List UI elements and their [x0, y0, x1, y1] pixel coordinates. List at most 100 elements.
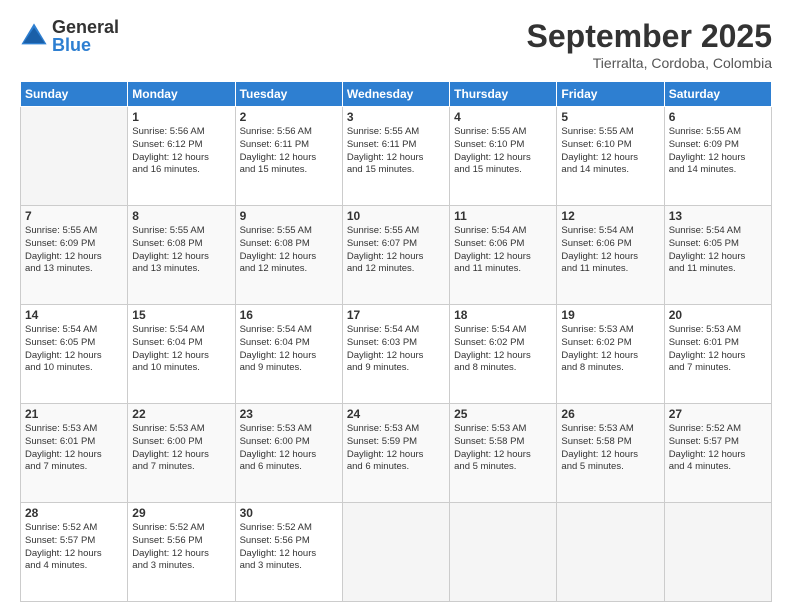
day-info: Sunrise: 5:55 AMSunset: 6:10 PMDaylight:…: [561, 126, 659, 177]
logo-blue: Blue: [52, 36, 119, 54]
calendar-cell: 9 Sunrise: 5:55 AMSunset: 6:08 PMDaylight…: [235, 206, 342, 305]
day-number: 7: [25, 209, 123, 223]
day-number: 9: [240, 209, 338, 223]
day-info: Sunrise: 5:55 AMSunset: 6:10 PMDaylight:…: [454, 126, 552, 177]
calendar-cell: 22 Sunrise: 5:53 AMSunset: 6:00 PMDayligh…: [128, 404, 235, 503]
page: General Blue September 2025 Tierralta, C…: [0, 0, 792, 612]
day-number: 19: [561, 308, 659, 322]
week-row: 28Sunrise: 5:52 AMSunset: 5:57 PMDayligh…: [21, 503, 772, 602]
calendar-cell: 4 Sunrise: 5:55 AMSunset: 6:10 PMDaylight…: [450, 107, 557, 206]
calendar-cell: 5Sunrise: 5:55 AMSunset: 6:10 PMDaylight…: [557, 107, 664, 206]
day-number: 29: [132, 506, 230, 520]
day-info: Sunrise: 5:56 AMSunset: 6:11 PMDaylight:…: [240, 126, 338, 177]
calendar-cell: 16Sunrise: 5:54 AMSunset: 6:04 PMDayligh…: [235, 305, 342, 404]
day-number: 8: [132, 209, 230, 223]
day-info: Sunrise: 5:54 AMSunset: 6:05 PMDaylight:…: [25, 324, 123, 375]
day-info: Sunrise: 5:54 AMSunset: 6:06 PMDaylight:…: [561, 225, 659, 276]
day-number: 20: [669, 308, 767, 322]
day-number: 30: [240, 506, 338, 520]
day-header: Saturday: [664, 82, 771, 107]
calendar-cell: 26 Sunrise: 5:53 AMSunset: 5:58 PMDayligh…: [557, 404, 664, 503]
day-info: Sunrise: 5:55 AMSunset: 6:08 PMDaylight:…: [240, 225, 338, 276]
calendar-cell: [557, 503, 664, 602]
header: General Blue September 2025 Tierralta, C…: [20, 18, 772, 71]
day-number: 14: [25, 308, 123, 322]
day-info: Sunrise: 5:53 AMSunset: 6:02 PMDaylight:…: [561, 324, 659, 375]
week-row: 7 Sunrise: 5:55 AMSunset: 6:09 PMDaylight…: [21, 206, 772, 305]
logo: General Blue: [20, 18, 119, 54]
calendar-cell: 19 Sunrise: 5:53 AMSunset: 6:02 PMDayligh…: [557, 305, 664, 404]
calendar-cell: 30 Sunrise: 5:52 AMSunset: 5:56 PMDayligh…: [235, 503, 342, 602]
day-number: 23: [240, 407, 338, 421]
day-info: Sunrise: 5:54 AMSunset: 6:04 PMDaylight:…: [240, 324, 338, 375]
calendar-header-row: SundayMondayTuesdayWednesdayThursdayFrid…: [21, 82, 772, 107]
day-info: Sunrise: 5:52 AMSunset: 5:56 PMDaylight:…: [240, 522, 338, 573]
calendar-cell: 14 Sunrise: 5:54 AMSunset: 6:05 PMDayligh…: [21, 305, 128, 404]
calendar-cell: [342, 503, 449, 602]
day-number: 10: [347, 209, 445, 223]
day-number: 24: [347, 407, 445, 421]
day-header: Tuesday: [235, 82, 342, 107]
day-number: 4: [454, 110, 552, 124]
day-info: Sunrise: 5:54 AMSunset: 6:05 PMDaylight:…: [669, 225, 767, 276]
day-info: Sunrise: 5:53 AMSunset: 6:00 PMDaylight:…: [240, 423, 338, 474]
day-info: Sunrise: 5:53 AMSunset: 5:58 PMDaylight:…: [561, 423, 659, 474]
calendar-cell: 20 Sunrise: 5:53 AMSunset: 6:01 PMDayligh…: [664, 305, 771, 404]
day-number: 3: [347, 110, 445, 124]
calendar-cell: 15 Sunrise: 5:54 AMSunset: 6:04 PMDayligh…: [128, 305, 235, 404]
day-info: Sunrise: 5:55 AMSunset: 6:07 PMDaylight:…: [347, 225, 445, 276]
day-header: Thursday: [450, 82, 557, 107]
day-number: 6: [669, 110, 767, 124]
day-info: Sunrise: 5:53 AMSunset: 6:01 PMDaylight:…: [669, 324, 767, 375]
day-info: Sunrise: 5:54 AMSunset: 6:03 PMDaylight:…: [347, 324, 445, 375]
calendar-cell: 23 Sunrise: 5:53 AMSunset: 6:00 PMDayligh…: [235, 404, 342, 503]
calendar-cell: 21Sunrise: 5:53 AMSunset: 6:01 PMDayligh…: [21, 404, 128, 503]
day-number: 17: [347, 308, 445, 322]
calendar-cell: 8Sunrise: 5:55 AMSunset: 6:08 PMDaylight…: [128, 206, 235, 305]
day-number: 13: [669, 209, 767, 223]
week-row: 14 Sunrise: 5:54 AMSunset: 6:05 PMDayligh…: [21, 305, 772, 404]
calendar-cell: 11Sunrise: 5:54 AMSunset: 6:06 PMDayligh…: [450, 206, 557, 305]
week-row: 21Sunrise: 5:53 AMSunset: 6:01 PMDayligh…: [21, 404, 772, 503]
calendar-cell: [21, 107, 128, 206]
calendar-cell: 25 Sunrise: 5:53 AMSunset: 5:58 PMDayligh…: [450, 404, 557, 503]
day-header: Monday: [128, 82, 235, 107]
week-row: 1Sunrise: 5:56 AMSunset: 6:12 PMDaylight…: [21, 107, 772, 206]
day-number: 1: [132, 110, 230, 124]
day-number: 11: [454, 209, 552, 223]
day-info: Sunrise: 5:53 AMSunset: 5:59 PMDaylight:…: [347, 423, 445, 474]
day-info: Sunrise: 5:53 AMSunset: 5:58 PMDaylight:…: [454, 423, 552, 474]
day-number: 12: [561, 209, 659, 223]
day-info: Sunrise: 5:52 AMSunset: 5:57 PMDaylight:…: [669, 423, 767, 474]
calendar-cell: 29 Sunrise: 5:52 AMSunset: 5:56 PMDayligh…: [128, 503, 235, 602]
location: Tierralta, Cordoba, Colombia: [527, 55, 772, 71]
day-info: Sunrise: 5:54 AMSunset: 6:04 PMDaylight:…: [132, 324, 230, 375]
day-header: Wednesday: [342, 82, 449, 107]
day-info: Sunrise: 5:55 AMSunset: 6:09 PMDaylight:…: [25, 225, 123, 276]
logo-icon: [20, 22, 48, 50]
day-header: Sunday: [21, 82, 128, 107]
day-info: Sunrise: 5:52 AMSunset: 5:56 PMDaylight:…: [132, 522, 230, 573]
calendar-cell: 10 Sunrise: 5:55 AMSunset: 6:07 PMDayligh…: [342, 206, 449, 305]
day-info: Sunrise: 5:55 AMSunset: 6:11 PMDaylight:…: [347, 126, 445, 177]
day-number: 18: [454, 308, 552, 322]
day-info: Sunrise: 5:53 AMSunset: 6:00 PMDaylight:…: [132, 423, 230, 474]
day-number: 25: [454, 407, 552, 421]
day-number: 22: [132, 407, 230, 421]
calendar-cell: 27Sunrise: 5:52 AMSunset: 5:57 PMDayligh…: [664, 404, 771, 503]
day-number: 26: [561, 407, 659, 421]
calendar-cell: 24 Sunrise: 5:53 AMSunset: 5:59 PMDayligh…: [342, 404, 449, 503]
calendar-cell: 6 Sunrise: 5:55 AMSunset: 6:09 PMDaylight…: [664, 107, 771, 206]
day-number: 15: [132, 308, 230, 322]
day-info: Sunrise: 5:55 AMSunset: 6:09 PMDaylight:…: [669, 126, 767, 177]
calendar-cell: 1Sunrise: 5:56 AMSunset: 6:12 PMDaylight…: [128, 107, 235, 206]
calendar-cell: 13 Sunrise: 5:54 AMSunset: 6:05 PMDayligh…: [664, 206, 771, 305]
day-number: 2: [240, 110, 338, 124]
day-number: 28: [25, 506, 123, 520]
calendar-cell: [450, 503, 557, 602]
day-number: 21: [25, 407, 123, 421]
calendar-cell: 28Sunrise: 5:52 AMSunset: 5:57 PMDayligh…: [21, 503, 128, 602]
calendar: SundayMondayTuesdayWednesdayThursdayFrid…: [20, 81, 772, 602]
logo-general: General: [52, 18, 119, 36]
calendar-cell: 18Sunrise: 5:54 AMSunset: 6:02 PMDayligh…: [450, 305, 557, 404]
